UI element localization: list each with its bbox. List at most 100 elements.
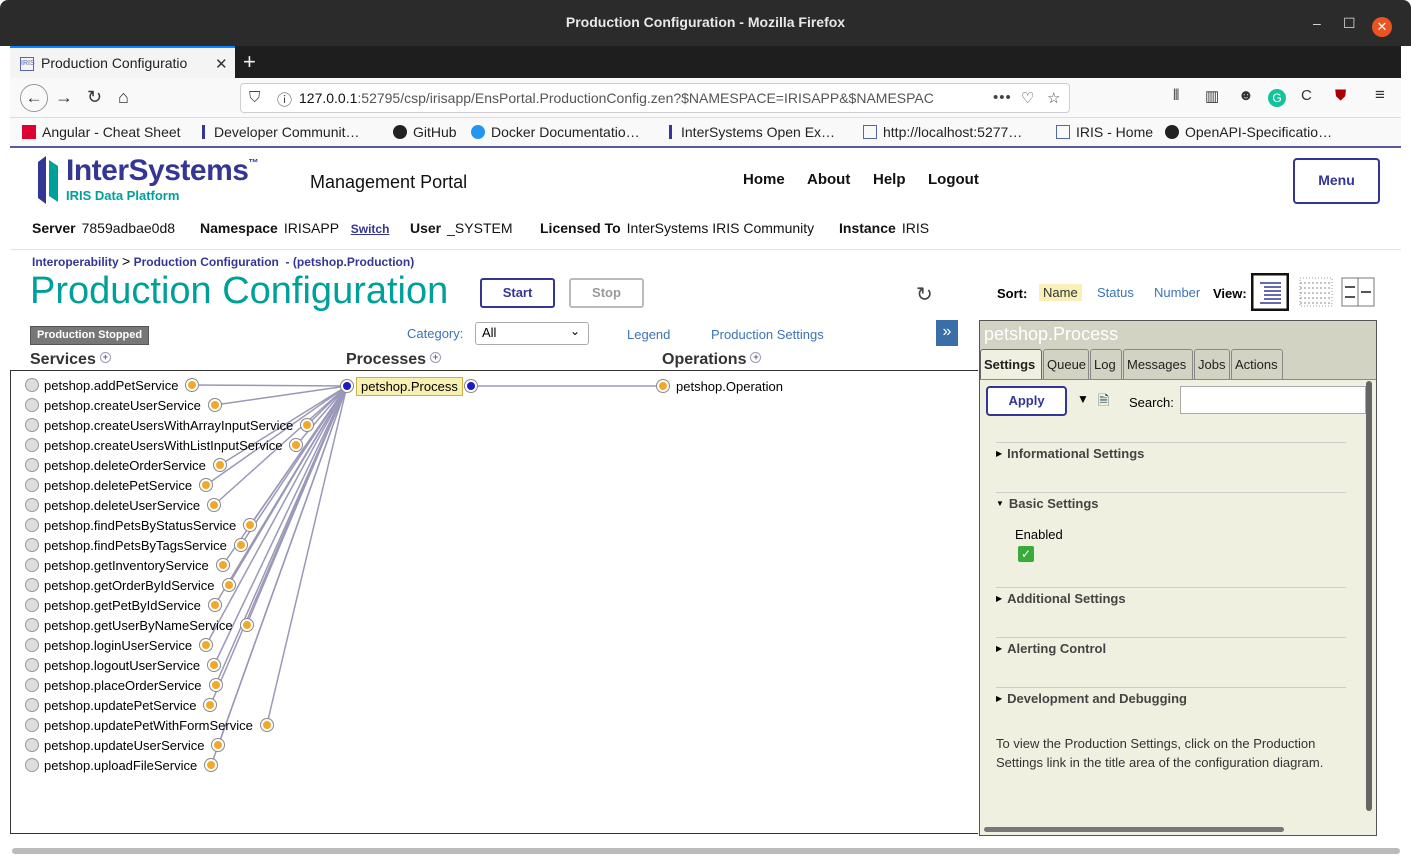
process-input-port[interactable] <box>341 380 353 392</box>
tab-production-configuration[interactable]: IRIS Production Configuratio ✕ <box>10 46 235 78</box>
operation-item[interactable]: petshop.Operation <box>676 379 783 394</box>
page-horizontal-scrollbar[interactable] <box>12 848 1400 854</box>
process-item[interactable]: petshop.Process <box>356 377 463 396</box>
bookmark-star-icon[interactable]: ☆ <box>1047 89 1060 107</box>
pocket-icon[interactable]: ♡ <box>1021 89 1034 107</box>
category-select[interactable]: All ⌄ <box>475 322 589 345</box>
bookmark-docker[interactable]: Docker Documentatio… <box>471 124 640 140</box>
bookmark-iris-home[interactable]: IRIS - Home <box>1056 124 1153 140</box>
bookmark-angular[interactable]: Angular - Cheat Sheet <box>22 124 181 140</box>
tab-settings[interactable]: Settings <box>980 349 1042 379</box>
service-output-port[interactable] <box>208 659 221 671</box>
bookmark-localhost[interactable]: http://localhost:5277… <box>863 124 1022 140</box>
service-output-port[interactable] <box>208 399 221 411</box>
panel-horizontal-scrollbar[interactable] <box>984 827 1284 832</box>
server-info: Server 7859adbae0d8 <box>32 220 176 236</box>
url-bar[interactable]: ⛉ ⓘ 127.0.0.1:52795/csp/irisapp/EnsPorta… <box>240 83 1070 113</box>
sort-by-status[interactable]: Status <box>1093 284 1138 301</box>
hamburger-menu-icon[interactable]: ≡ <box>1375 85 1385 105</box>
back-icon[interactable]: ← <box>20 84 48 112</box>
filter-dropdown-icon[interactable]: ▼ <box>1077 392 1089 406</box>
sort-by-name[interactable]: Name <box>1039 284 1082 301</box>
more-icon[interactable]: ••• <box>993 89 1012 106</box>
minimize-icon[interactable]: – <box>1313 15 1321 31</box>
sidebar-icon[interactable]: ▥ <box>1205 87 1219 105</box>
service-output-port[interactable] <box>260 719 273 731</box>
shield-icon[interactable]: ⛉ <box>249 89 260 106</box>
tab-queue[interactable]: Queue <box>1043 349 1089 379</box>
section-development[interactable]: ▶ Development and Debugging <box>996 687 1346 706</box>
home-link[interactable]: Home <box>743 171 785 188</box>
menu-button[interactable]: Menu <box>1293 158 1380 204</box>
instance-info: Instance IRIS <box>839 220 930 236</box>
switch-namespace-link[interactable]: Switch <box>351 222 390 236</box>
page-title: Production Configuration <box>30 270 449 312</box>
operation-input-port[interactable] <box>657 380 669 392</box>
service-output-port[interactable] <box>234 539 247 551</box>
service-name: petshop.getOrderByIdService <box>44 578 215 593</box>
apply-button[interactable]: Apply <box>986 386 1067 416</box>
close-tab-icon[interactable]: ✕ <box>215 55 228 73</box>
extension-icon[interactable]: C <box>1301 87 1312 104</box>
document-icon[interactable]: 🗎 <box>1098 390 1109 414</box>
breadcrumb-production-configuration[interactable]: Production Configuration <box>134 255 279 269</box>
url-text[interactable]: 127.0.0.1:52795/csp/irisapp/EnsPortal.Pr… <box>299 90 989 106</box>
tab-messages[interactable]: Messages <box>1123 349 1193 379</box>
forward-icon[interactable]: → <box>55 87 73 108</box>
service-output-port[interactable] <box>222 579 235 591</box>
breadcrumb-interoperability[interactable]: Interoperability <box>32 255 119 269</box>
view-split-icon[interactable] <box>1339 273 1377 311</box>
service-status-icon <box>25 518 39 532</box>
section-informational[interactable]: ▶ Informational Settings <box>996 442 1346 461</box>
bookmark-github[interactable]: GitHub <box>393 124 457 140</box>
account-icon[interactable]: ☻ <box>1238 87 1254 104</box>
tab-log[interactable]: Log <box>1090 349 1122 379</box>
home-icon[interactable]: ⌂ <box>118 87 129 108</box>
legend-link[interactable]: Legend <box>627 327 670 342</box>
close-window-icon[interactable]: ✕ <box>1372 17 1392 37</box>
bookmark-intersystems-open-exchange[interactable]: InterSystems Open Ex… <box>669 124 835 140</box>
logout-link[interactable]: Logout <box>928 171 979 188</box>
info-icon[interactable]: ⓘ <box>277 89 292 110</box>
service-output-port[interactable] <box>216 559 229 571</box>
about-link[interactable]: About <box>807 171 850 188</box>
search-input[interactable] <box>1180 386 1366 414</box>
service-output-port[interactable] <box>209 679 222 691</box>
maximize-icon[interactable]: ☐ <box>1343 15 1356 32</box>
github-icon <box>393 125 407 139</box>
panel-vertical-scrollbar[interactable] <box>1366 381 1372 811</box>
help-link[interactable]: Help <box>873 171 906 188</box>
add-operation-icon[interactable]: + <box>750 352 762 363</box>
service-output-port[interactable] <box>208 499 221 511</box>
grammarly-icon[interactable]: G <box>1268 89 1286 107</box>
section-additional[interactable]: ▶ Additional Settings <box>996 587 1346 606</box>
tab-jobs[interactable]: Jobs <box>1194 349 1230 379</box>
section-basic[interactable]: ▼ Basic Settings <box>996 492 1346 511</box>
tab-actions[interactable]: Actions <box>1231 349 1283 379</box>
ublock-icon[interactable]: ⛊ <box>1335 87 1346 104</box>
sort-by-number[interactable]: Number <box>1150 284 1204 301</box>
bookmark-openapi[interactable]: OpenAPI-Specificatio… <box>1165 124 1332 140</box>
refresh-icon[interactable]: ↻ <box>916 282 933 307</box>
intersystems-icon <box>669 125 675 139</box>
add-process-icon[interactable]: + <box>430 352 442 363</box>
enabled-checkbox[interactable]: ✓ <box>1018 546 1034 562</box>
expand-panel-button[interactable]: » <box>936 320 958 346</box>
add-service-icon[interactable]: + <box>99 352 111 363</box>
view-grid-icon[interactable] <box>1297 273 1335 311</box>
new-tab-icon[interactable]: + <box>243 49 256 75</box>
reload-icon[interactable]: ↻ <box>87 87 102 108</box>
service-output-port[interactable] <box>208 599 221 611</box>
service-name: petshop.findPetsByTagsService <box>44 538 227 553</box>
start-button[interactable]: Start <box>480 278 555 308</box>
service-output-port[interactable] <box>240 619 253 631</box>
service-output-port[interactable] <box>213 459 226 471</box>
angular-icon <box>22 125 36 139</box>
section-alerting[interactable]: ▶ Alerting Control <box>996 637 1346 656</box>
stop-button[interactable]: Stop <box>569 278 644 308</box>
bookmark-developer-community[interactable]: Developer Communit… <box>202 124 360 140</box>
production-settings-link[interactable]: Production Settings <box>711 327 824 342</box>
view-list-icon[interactable] <box>1251 273 1289 311</box>
library-icon[interactable]: ⫴ <box>1173 87 1179 104</box>
process-output-port[interactable] <box>465 380 477 392</box>
